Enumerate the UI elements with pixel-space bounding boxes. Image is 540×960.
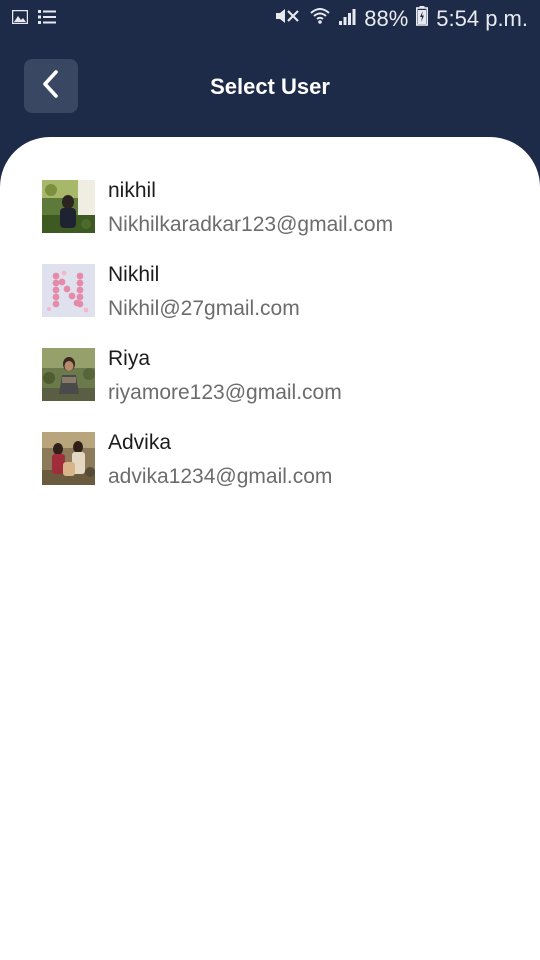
avatar [42, 180, 95, 233]
mute-icon [274, 6, 302, 32]
user-list-item[interactable]: nikhil Nikhilkaradkar123@gmail.com [42, 179, 512, 263]
user-list-item[interactable]: Nikhil Nikhil@27gmail.com [42, 263, 512, 347]
avatar [42, 264, 95, 317]
user-email: advika1234@gmail.com [108, 465, 333, 488]
avatar [42, 432, 95, 485]
page-title: Select User [210, 74, 330, 99]
user-list-item[interactable]: Advika advika1234@gmail.com [42, 431, 512, 515]
avatar [42, 348, 95, 401]
user-list-item[interactable]: Riya riyamore123@gmail.com [42, 347, 512, 431]
user-name: nikhil [108, 179, 156, 202]
battery-percent: 88% [364, 6, 409, 31]
user-name: Advika [108, 431, 172, 454]
battery-icon [416, 6, 429, 32]
wifi-icon [310, 6, 330, 32]
status-bar: 88% 5:54 p.m. [0, 0, 540, 40]
user-email: Nikhil@27gmail.com [108, 297, 300, 320]
list-icon [38, 9, 56, 30]
app-bar: Select User [0, 40, 540, 136]
status-bar-right: 88% 5:54 p.m. [274, 6, 528, 32]
user-name: Nikhil [108, 263, 160, 286]
status-bar-left [11, 9, 56, 30]
user-list: nikhil Nikhilkaradkar123@gmail.com Nikhi… [42, 179, 512, 515]
gallery-icon [11, 9, 29, 29]
signal-icon [338, 6, 356, 32]
content-sheet: nikhil Nikhilkaradkar123@gmail.com Nikhi… [0, 137, 540, 960]
clock: 5:54 p.m. [436, 6, 528, 31]
user-email: riyamore123@gmail.com [108, 381, 342, 404]
user-name: Riya [108, 347, 151, 370]
user-email: Nikhilkaradkar123@gmail.com [108, 213, 394, 236]
